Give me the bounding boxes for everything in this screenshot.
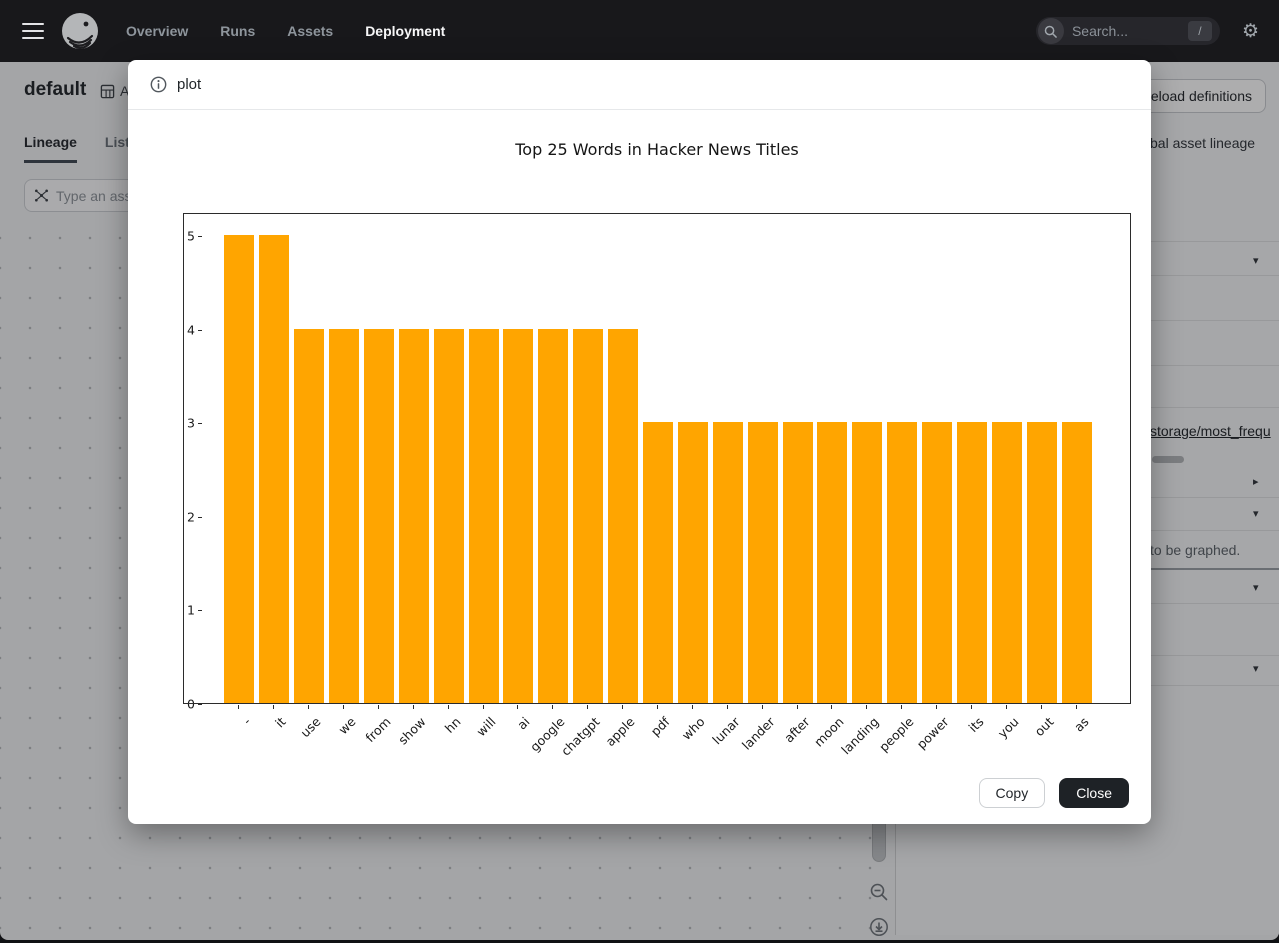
bar-its bbox=[957, 422, 987, 703]
x-tick-label: people bbox=[876, 714, 917, 755]
search-shortcut-chip: / bbox=[1188, 21, 1212, 41]
plot-dialog-footer: Copy Close bbox=[979, 778, 1129, 808]
x-tick-mark bbox=[273, 705, 274, 709]
chart-title: Top 25 Words in Hacker News Titles bbox=[183, 140, 1131, 159]
x-tick-mark bbox=[1076, 705, 1077, 709]
bar-google bbox=[538, 329, 568, 703]
search-placeholder: Search... bbox=[1072, 23, 1188, 39]
x-tick-mark bbox=[727, 705, 728, 709]
bar-from bbox=[364, 329, 394, 703]
x-tick-mark bbox=[901, 705, 902, 709]
x-tick-label: ai bbox=[515, 714, 533, 732]
bar-people bbox=[887, 422, 917, 703]
bar-lunar bbox=[713, 422, 743, 703]
y-tick-mark bbox=[198, 704, 202, 705]
x-tick-mark bbox=[552, 705, 553, 709]
bar-apple bbox=[608, 329, 638, 703]
menu-icon[interactable] bbox=[22, 23, 44, 39]
bar-power bbox=[922, 422, 952, 703]
x-tick-label: after bbox=[781, 714, 813, 746]
nav-item-runs[interactable]: Runs bbox=[220, 23, 255, 39]
x-tick-mark bbox=[308, 705, 309, 709]
bar-pdf bbox=[643, 422, 673, 703]
x-tick-mark bbox=[517, 705, 518, 709]
x-tick-mark bbox=[483, 705, 484, 709]
bar-hn bbox=[434, 329, 464, 703]
x-tick-label: its bbox=[965, 714, 986, 735]
x-tick-label: you bbox=[995, 714, 1022, 741]
settings-gear-icon[interactable]: ⚙ bbox=[1242, 22, 1259, 41]
x-tick-label: show bbox=[395, 714, 428, 747]
bar-show bbox=[399, 329, 429, 703]
nav-items: Overview Runs Assets Deployment bbox=[126, 23, 445, 39]
nav-item-deployment[interactable]: Deployment bbox=[365, 23, 445, 39]
x-tick-label: who bbox=[679, 714, 708, 743]
x-tick-label: pdf bbox=[648, 714, 673, 739]
bar-who bbox=[678, 422, 708, 703]
x-tick-label: power bbox=[914, 714, 952, 752]
bar-moon bbox=[817, 422, 847, 703]
bar-it bbox=[259, 235, 289, 703]
bar-you bbox=[992, 422, 1022, 703]
x-tick-mark bbox=[448, 705, 449, 709]
x-tick-mark bbox=[587, 705, 588, 709]
x-tick-mark bbox=[936, 705, 937, 709]
bar-- bbox=[224, 235, 254, 703]
x-tick-mark bbox=[1006, 705, 1007, 709]
bar-we bbox=[329, 329, 359, 703]
bar-use bbox=[294, 329, 324, 703]
chart-plot-area bbox=[183, 213, 1131, 704]
x-tick-mark bbox=[866, 705, 867, 709]
x-tick-mark bbox=[831, 705, 832, 709]
x-tick-mark bbox=[657, 705, 658, 709]
x-tick-mark bbox=[238, 705, 239, 709]
plot-dialog-title: plot bbox=[177, 76, 201, 93]
nav-item-overview[interactable]: Overview bbox=[126, 23, 188, 39]
global-search-input[interactable]: Search... / bbox=[1036, 17, 1220, 45]
bar-as bbox=[1062, 422, 1092, 703]
plot-dialog-header: plot bbox=[128, 60, 1151, 110]
x-tick-label: landing bbox=[839, 714, 882, 757]
x-tick-label: lunar bbox=[709, 714, 742, 747]
info-icon bbox=[150, 76, 167, 93]
bar-lander bbox=[748, 422, 778, 703]
bar-landing bbox=[852, 422, 882, 703]
bar-after bbox=[783, 422, 813, 703]
dagster-logo-icon[interactable] bbox=[60, 11, 100, 51]
x-tick-label: as bbox=[1071, 714, 1092, 735]
bar-out bbox=[1027, 422, 1057, 703]
x-tick-label: we bbox=[335, 714, 358, 737]
search-icon bbox=[1038, 18, 1064, 44]
x-tick-label: it bbox=[272, 714, 289, 731]
x-tick-label: apple bbox=[603, 714, 638, 749]
plot-dialog: plot Top 25 Words in Hacker News Titles … bbox=[128, 60, 1151, 824]
bar-will bbox=[469, 329, 499, 703]
x-tick-label: out bbox=[1031, 714, 1056, 739]
bar-ai bbox=[503, 329, 533, 703]
x-tick-label: chatgpt bbox=[558, 714, 603, 759]
x-tick-mark bbox=[971, 705, 972, 709]
bar-chatgpt bbox=[573, 329, 603, 703]
x-tick-mark bbox=[692, 705, 693, 709]
x-tick-label: - bbox=[240, 714, 254, 728]
x-tick-label: hn bbox=[442, 714, 464, 736]
x-tick-mark bbox=[378, 705, 379, 709]
nav-item-assets[interactable]: Assets bbox=[287, 23, 333, 39]
x-tick-mark bbox=[622, 705, 623, 709]
plot-figure: Top 25 Words in Hacker News Titles 01234… bbox=[128, 110, 1151, 770]
top-nav: Overview Runs Assets Deployment Search... /… bbox=[0, 0, 1279, 62]
x-tick-label: lander bbox=[738, 714, 777, 753]
copy-button[interactable]: Copy bbox=[979, 778, 1046, 808]
x-tick-mark bbox=[762, 705, 763, 709]
x-tick-label: from bbox=[362, 714, 393, 745]
x-tick-label: use bbox=[298, 714, 324, 740]
x-tick-mark bbox=[413, 705, 414, 709]
x-tick-mark bbox=[797, 705, 798, 709]
x-tick-label: will bbox=[473, 714, 498, 739]
close-button[interactable]: Close bbox=[1059, 778, 1129, 808]
x-tick-mark bbox=[343, 705, 344, 709]
x-tick-mark bbox=[1041, 705, 1042, 709]
